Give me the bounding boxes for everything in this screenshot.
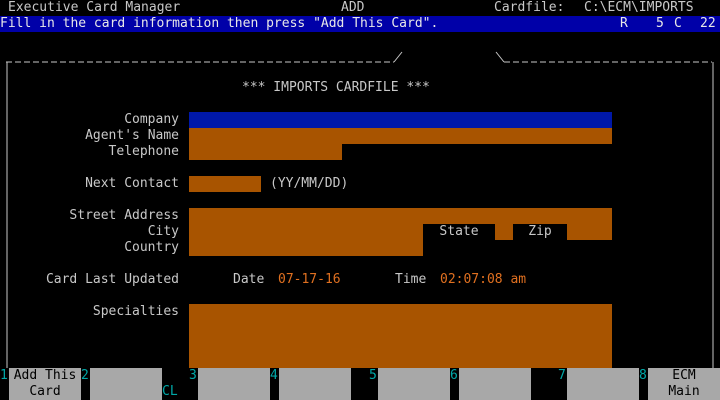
mode-indicator: ADD (341, 0, 365, 15)
f3-button[interactable] (198, 368, 270, 400)
street-address-label: Street Address (69, 208, 179, 223)
f8-number: 8 (639, 368, 647, 383)
next-contact-label: Next Contact (85, 176, 179, 191)
date-value: 07-17-16 (278, 272, 341, 287)
row-label: R (620, 16, 628, 31)
state-label: State (423, 224, 495, 240)
col-value: 22 (700, 16, 716, 31)
f2-button[interactable] (90, 368, 162, 400)
time-value: 02:07:08 am (440, 272, 527, 287)
f8-label: ECM Main (668, 368, 700, 399)
state-field[interactable] (495, 224, 513, 240)
f7-number: 7 (558, 368, 566, 383)
f1-label: Add This Card (13, 368, 77, 399)
f1-add-this-card-button[interactable]: Add This Card (9, 368, 81, 400)
date-format-hint: (YY/MM/DD) (270, 176, 349, 191)
status-bar: Fill in the card information then press … (0, 16, 720, 32)
f2-number: 2 (81, 368, 89, 383)
agent-name-field[interactable] (189, 128, 612, 144)
specialties-field[interactable] (189, 304, 612, 368)
f7-button[interactable] (567, 368, 639, 400)
f2-suffix: CL (162, 384, 178, 399)
cardfile-path: C:\ECM\IMPORTS (584, 0, 694, 15)
agent-name-label: Agent's Name (85, 128, 179, 143)
card-title: *** IMPORTS CARDFILE *** (242, 80, 430, 95)
next-contact-field[interactable] (189, 176, 261, 192)
f4-button[interactable] (279, 368, 351, 400)
col-label: C (674, 16, 682, 31)
f1-number: 1 (0, 368, 8, 383)
zip-label: Zip (513, 224, 567, 240)
specialties-label: Specialties (92, 304, 179, 319)
status-message: Fill in the card information then press … (0, 16, 439, 31)
country-label: Country (124, 240, 179, 255)
f8-ecm-main-button[interactable]: ECM Main (648, 368, 720, 400)
country-field[interactable] (189, 240, 423, 256)
telephone-label: Telephone (108, 144, 179, 159)
company-label: Company (124, 112, 179, 127)
telephone-field[interactable] (189, 144, 342, 160)
company-field[interactable] (189, 112, 612, 128)
f5-number: 5 (369, 368, 377, 383)
app-title: Executive Card Manager (8, 0, 181, 15)
card-last-updated-label: Card Last Updated (45, 272, 179, 287)
f3-number: 3 (189, 368, 197, 383)
city-label: City (147, 224, 179, 239)
row-value: 5 (656, 16, 664, 31)
f6-button[interactable] (459, 368, 531, 400)
date-label: Date (233, 272, 265, 287)
time-label: Time (395, 272, 427, 287)
f4-number: 4 (270, 368, 278, 383)
cardfile-label: Cardfile: (494, 0, 565, 15)
street-address-field[interactable] (189, 208, 612, 224)
f6-number: 6 (450, 368, 458, 383)
title-bar: Executive Card Manager ADD Cardfile: C:\… (0, 0, 720, 16)
zip-field[interactable] (567, 224, 612, 240)
f5-button[interactable] (378, 368, 450, 400)
